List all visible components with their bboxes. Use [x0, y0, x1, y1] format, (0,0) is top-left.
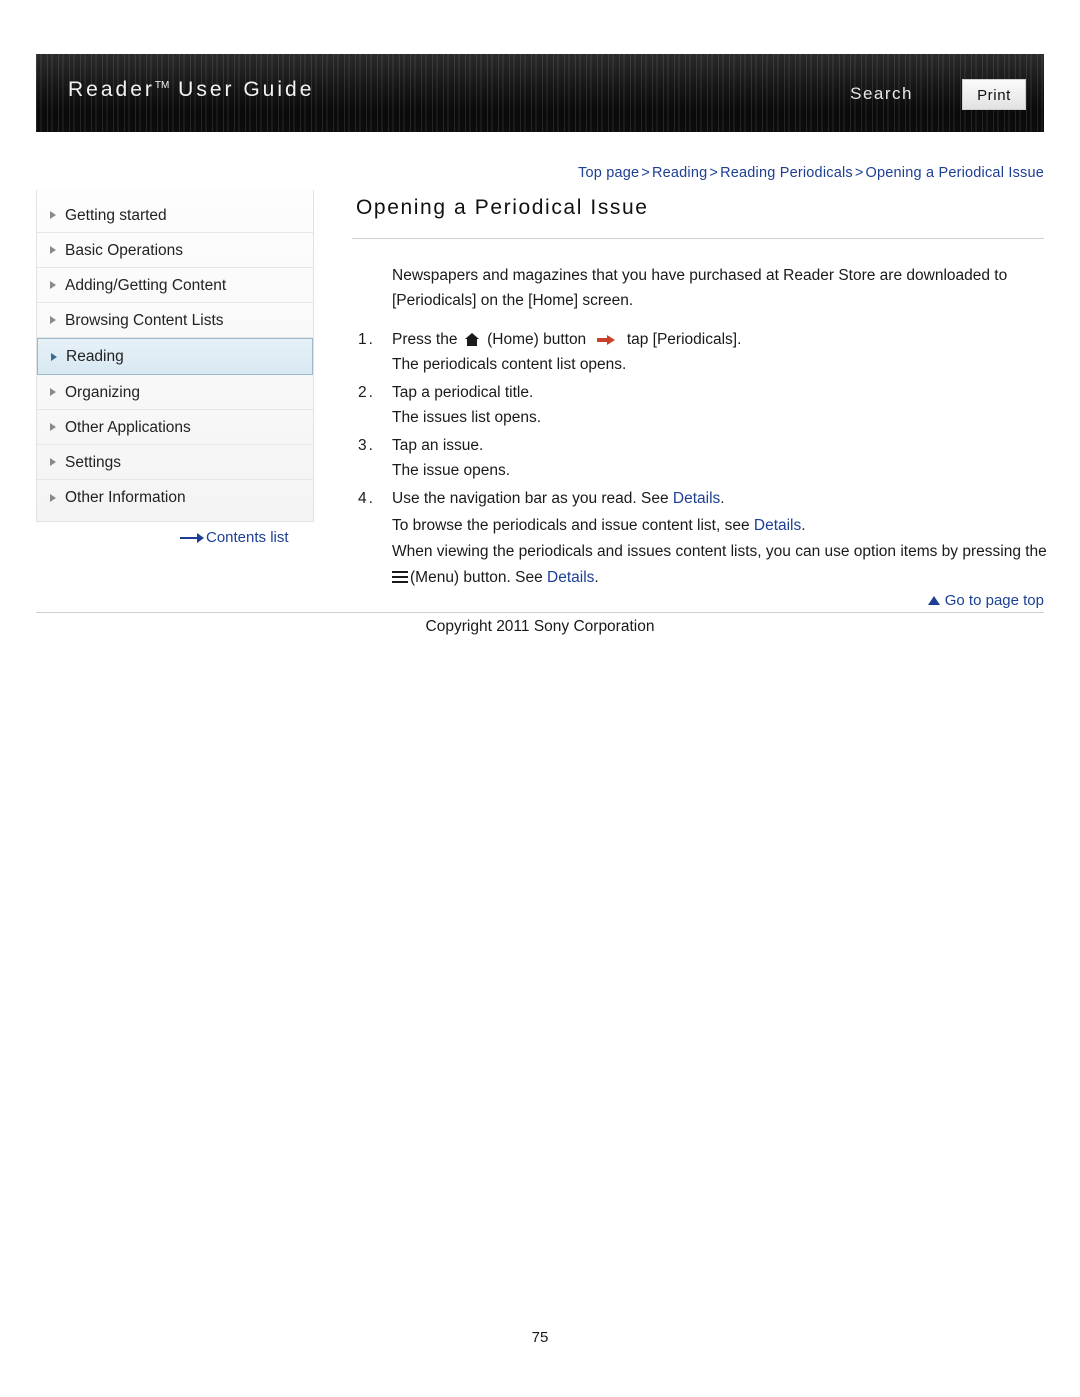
sidebar-item-other-information[interactable]: Other Information [37, 480, 313, 515]
step-number: 4. [358, 490, 375, 507]
step-item-3: 3. Tap an issue. The issue opens. [352, 433, 1044, 484]
breadcrumb-separator: > [641, 165, 650, 181]
home-icon [464, 333, 480, 346]
arrow-right-red-icon [596, 335, 617, 345]
breadcrumb-item-reading-periodicals[interactable]: Reading Periodicals [720, 165, 853, 181]
chevron-right-icon [50, 423, 56, 431]
details-link-options[interactable]: Details [547, 569, 594, 586]
sidebar-item-reading[interactable]: Reading [37, 338, 313, 375]
paragraph-browse-text: To browse the periodicals and issue cont… [392, 517, 750, 534]
breadcrumb: Top page > Reading > Reading Periodicals > Ope… [352, 165, 1044, 181]
go-to-page-top[interactable]: Go to page top [352, 592, 1044, 609]
contents-list-label: Contents list [206, 529, 289, 546]
search-link[interactable]: Search [850, 84, 913, 104]
step-text: Tap a periodical title. [392, 384, 534, 401]
breadcrumb-separator: > [854, 165, 864, 181]
paragraph-options: When viewing the periodicals and issues … [392, 539, 1047, 591]
step-text: Press the [392, 331, 458, 348]
paragraph-options-text-end: . [594, 569, 599, 586]
sidebar-item-label: Adding/Getting Content [65, 277, 227, 294]
chevron-right-icon [50, 246, 56, 254]
breadcrumb-current: Opening a Periodical Issue [865, 165, 1044, 181]
chevron-right-icon [50, 388, 56, 396]
sidebar-item-label: Other Applications [65, 419, 191, 436]
step-result-text: The issues list opens. [392, 409, 542, 426]
page-number: 75 [531, 1329, 549, 1346]
footer-divider [36, 612, 1044, 613]
page-title: Opening a Periodical Issue [352, 196, 1044, 239]
step-text: Use the navigation bar as you read. See [392, 490, 669, 507]
step-result-text: The issue opens. [392, 462, 511, 479]
sidebar-item-browsing-content-lists[interactable]: Browsing Content Lists [37, 303, 313, 338]
copyright-text: Copyright 2011 Sony Corporation [425, 618, 655, 635]
breadcrumb-separator: > [709, 165, 719, 181]
site-title: ReaderTM User Guide [68, 78, 314, 102]
contents-list-link[interactable]: Contents list [180, 529, 289, 546]
step-text: Tap an issue. [392, 437, 484, 454]
go-to-page-top-label[interactable]: Go to page top [945, 592, 1044, 609]
step-text-end: . [720, 490, 725, 507]
chevron-right-icon [50, 281, 56, 289]
sidebar-item-getting-started[interactable]: Getting started [37, 198, 313, 233]
sidebar-nav: Getting started Basic Operations Adding/… [36, 190, 314, 522]
chevron-right-icon [50, 493, 56, 502]
sidebar-item-label: Organizing [65, 384, 140, 401]
intro-paragraph: Newspapers and magazines that you have p… [392, 267, 1008, 309]
triangle-up-icon [927, 596, 940, 605]
chevron-right-icon [50, 211, 56, 219]
sidebar-item-label: Basic Operations [65, 242, 184, 259]
sidebar-item-label: Getting started [65, 207, 167, 224]
site-title-rest: User Guide [169, 78, 315, 101]
step-result-text: The periodicals content list opens. [392, 356, 627, 373]
sidebar-item-other-applications[interactable]: Other Applications [37, 410, 313, 445]
step-number: 3. [358, 437, 375, 454]
sidebar-item-basic-operations[interactable]: Basic Operations [37, 233, 313, 268]
paragraph-options-text: When viewing the periodicals and issues … [392, 543, 1047, 560]
sidebar-item-label: Reading [66, 348, 124, 365]
chevron-right-icon [50, 458, 56, 466]
sidebar-item-organizing[interactable]: Organizing [37, 375, 313, 410]
steps-list: 1. Press the (Home) button tap [Periodic… [352, 327, 1044, 511]
breadcrumb-item-top-page[interactable]: Top page [578, 165, 639, 181]
paragraph-options-menu-text: (Menu) button. See [410, 569, 543, 586]
trademark-mark: TM [154, 80, 170, 91]
main-content: Opening a Periodical Issue Newspapers an… [352, 196, 1047, 591]
arrow-right-icon [180, 533, 204, 543]
chevron-right-icon [51, 352, 57, 361]
step-number: 2. [358, 384, 375, 401]
step-item-2: 2. Tap a periodical title. The issues li… [352, 380, 1044, 431]
paragraph-browse-text-end: . [801, 517, 806, 534]
step-text-after-home-icon: (Home) button [487, 331, 587, 348]
details-link-browse[interactable]: Details [754, 517, 801, 534]
sidebar-item-label: Other Information [65, 489, 186, 506]
step-number: 1. [358, 331, 375, 348]
details-link-navigation-bar[interactable]: Details [673, 490, 720, 507]
site-title-main: Reader [68, 78, 155, 101]
step-text-after-arrow-icon: tap [Periodicals]. [626, 331, 742, 348]
chevron-right-icon [50, 316, 56, 324]
step-item-4: 4. Use the navigation bar as you read. S… [352, 486, 1044, 511]
sidebar-item-settings[interactable]: Settings [37, 445, 313, 480]
sidebar-item-label: Browsing Content Lists [65, 312, 224, 329]
paragraph-browse: To browse the periodicals and issue cont… [392, 513, 1047, 539]
site-header: ReaderTM User Guide Search Print [36, 54, 1044, 132]
sidebar-item-adding-getting-content[interactable]: Adding/Getting Content [37, 268, 313, 303]
additional-paragraphs: To browse the periodicals and issue cont… [392, 513, 1047, 591]
breadcrumb-item-reading[interactable]: Reading [652, 165, 707, 181]
step-item-1: 1. Press the (Home) button tap [Periodic… [352, 327, 1044, 378]
sidebar-item-label: Settings [65, 454, 122, 471]
print-button[interactable]: Print [962, 79, 1026, 110]
menu-icon [392, 570, 408, 584]
